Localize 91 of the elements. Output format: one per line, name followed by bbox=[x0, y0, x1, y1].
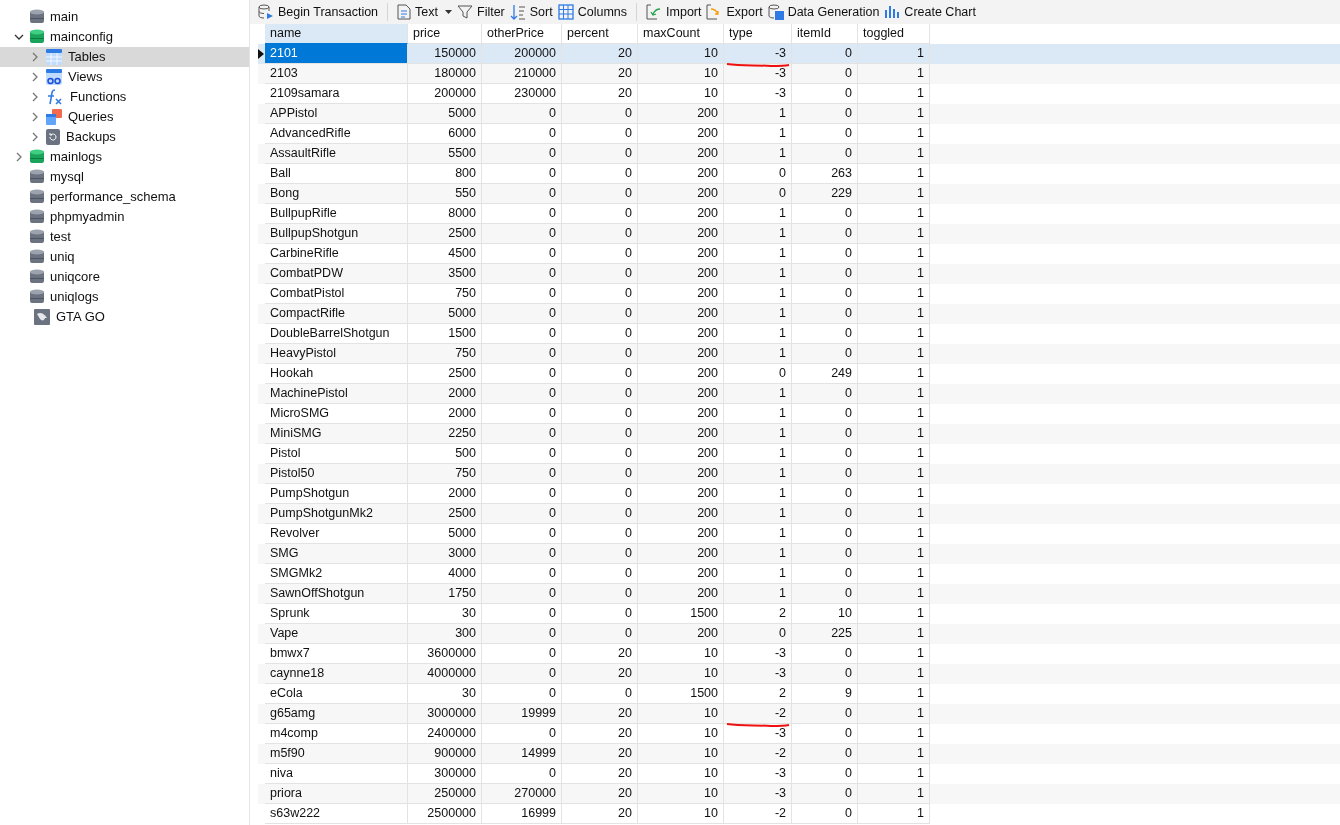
table-row[interactable]: Pistol50 750 0 0 200 1 0 1 bbox=[258, 464, 1340, 484]
toolbar-button[interactable]: Export bbox=[704, 1, 765, 23]
table-row[interactable]: m5f90 900000 14999 20 10 -2 0 1 bbox=[258, 744, 1340, 764]
database-icon bbox=[30, 29, 44, 45]
tree-item[interactable]: mysql bbox=[0, 167, 249, 187]
sort-icon bbox=[509, 4, 526, 20]
chevron-down-icon[interactable] bbox=[14, 32, 24, 42]
column-header[interactable]: maxCount bbox=[638, 24, 724, 44]
tree-item[interactable]: uniqlogs bbox=[0, 287, 249, 307]
table-row[interactable]: Bong 550 0 0 200 0 229 1 bbox=[258, 184, 1340, 204]
tree-item[interactable]: test bbox=[0, 227, 249, 247]
table-cell: 20 bbox=[562, 804, 638, 824]
toolbar-button[interactable]: Filter bbox=[455, 1, 507, 23]
table-row[interactable]: CombatPDW 3500 0 0 200 1 0 1 bbox=[258, 264, 1340, 284]
database-icon bbox=[30, 289, 44, 305]
caret-icon bbox=[445, 10, 452, 14]
column-header[interactable]: itemId bbox=[792, 24, 858, 44]
chart-icon bbox=[884, 4, 901, 20]
database-icon bbox=[30, 269, 44, 285]
database-icon bbox=[30, 229, 44, 245]
table-row[interactable]: priora 250000 270000 20 10 -3 0 1 bbox=[258, 784, 1340, 804]
table-row[interactable]: MiniSMG 2250 0 0 200 1 0 1 bbox=[258, 424, 1340, 444]
tree-item[interactable]: Backups bbox=[0, 127, 249, 147]
backup-icon bbox=[46, 129, 60, 145]
toolbar-button[interactable]: Text bbox=[395, 1, 454, 23]
table-cell: -2 bbox=[724, 804, 792, 824]
filter-icon bbox=[457, 4, 473, 20]
toolbar-button[interactable]: Import bbox=[644, 1, 704, 23]
database-icon bbox=[30, 249, 44, 265]
table-cell: 10 bbox=[638, 804, 724, 824]
column-header[interactable]: toggled bbox=[858, 24, 930, 44]
annotation-underline bbox=[726, 722, 790, 728]
tree-item[interactable]: Queries bbox=[0, 107, 249, 127]
table-row[interactable]: Vape 300 0 0 200 0 225 1 bbox=[258, 624, 1340, 644]
table-row[interactable]: CompactRifle 5000 0 0 200 1 0 1 bbox=[258, 304, 1340, 324]
tree-item[interactable]: Views bbox=[0, 67, 249, 87]
table-cell: 1 bbox=[858, 804, 930, 824]
tree-item[interactable]: Functions bbox=[0, 87, 249, 107]
table-row[interactable]: g65amg 3000000 19999 20 10 -2 0 1 bbox=[258, 704, 1340, 724]
table-icon bbox=[46, 49, 62, 65]
column-header[interactable]: name bbox=[265, 24, 408, 44]
tree-item[interactable]: uniq bbox=[0, 247, 249, 267]
import-icon bbox=[646, 4, 663, 20]
table-cell: 2101 bbox=[265, 44, 408, 64]
database-icon bbox=[30, 149, 44, 165]
table-row[interactable]: APPistol 5000 0 0 200 1 0 1 bbox=[258, 104, 1340, 124]
tree-item[interactable]: performance_schema bbox=[0, 187, 249, 207]
table-row[interactable]: BullpupShotgun 2500 0 0 200 1 0 1 bbox=[258, 224, 1340, 244]
database-icon bbox=[30, 9, 44, 25]
toolbar-button[interactable]: Begin Transaction bbox=[256, 1, 381, 23]
connection-icon bbox=[34, 309, 50, 325]
toolbar-button[interactable]: Sort bbox=[507, 1, 555, 23]
column-header[interactable]: percent bbox=[562, 24, 638, 44]
table-row[interactable]: 2101 150000 200000 20 10 -3 0 1 bbox=[258, 44, 1340, 64]
table-row[interactable]: MachinePistol 2000 0 0 200 1 0 1 bbox=[258, 384, 1340, 404]
tree-item[interactable]: Tables bbox=[0, 47, 249, 67]
table-cell: 2500000 bbox=[408, 804, 482, 824]
table-cell: 16999 bbox=[482, 804, 562, 824]
table-row[interactable]: SMG 3000 0 0 200 1 0 1 bbox=[258, 544, 1340, 564]
tree-item[interactable]: uniqcore bbox=[0, 267, 249, 287]
table-row[interactable]: PumpShotgunMk2 2500 0 0 200 1 0 1 bbox=[258, 504, 1340, 524]
tree-item[interactable]: mainlogs bbox=[0, 147, 249, 167]
table-row[interactable]: SawnOffShotgun 1750 0 0 200 1 0 1 bbox=[258, 584, 1340, 604]
row-pointer-icon bbox=[258, 49, 264, 59]
tree-item[interactable]: mainconfig bbox=[0, 27, 249, 47]
toolbar-button[interactable]: Columns bbox=[555, 1, 630, 23]
table-row[interactable]: 2103 180000 210000 20 10 -3 0 1 bbox=[258, 64, 1340, 84]
annotation-underline bbox=[726, 62, 790, 68]
function-icon bbox=[46, 88, 64, 106]
view-icon bbox=[46, 69, 62, 85]
table-row[interactable]: AssaultRifle 5500 0 0 200 1 0 1 bbox=[258, 144, 1340, 164]
grid-icon bbox=[557, 4, 574, 20]
tree-item[interactable]: GTA GO bbox=[0, 307, 249, 327]
database-icon bbox=[258, 4, 274, 20]
database-icon bbox=[30, 169, 44, 185]
column-header[interactable]: type bbox=[724, 24, 792, 44]
column-header[interactable]: price bbox=[408, 24, 482, 44]
table-cell: s63w222 bbox=[265, 804, 408, 824]
tree-item[interactable]: main bbox=[0, 7, 249, 27]
document-icon bbox=[397, 4, 412, 20]
tree-item[interactable]: phpmyadmin bbox=[0, 207, 249, 227]
column-header[interactable]: otherPrice bbox=[482, 24, 562, 44]
toolbar-button[interactable]: Create Chart bbox=[882, 1, 978, 23]
database-icon bbox=[30, 209, 44, 225]
toolbar-button[interactable]: Data Generation bbox=[765, 1, 882, 23]
data-generation-icon bbox=[767, 4, 784, 20]
query-icon bbox=[46, 109, 62, 125]
table-row[interactable]: caynne18 4000000 0 20 10 -3 0 1 bbox=[258, 664, 1340, 684]
database-icon bbox=[30, 189, 44, 205]
table-cell: 0 bbox=[792, 804, 858, 824]
table-row[interactable]: HeavyPistol 750 0 0 200 1 0 1 bbox=[258, 344, 1340, 364]
